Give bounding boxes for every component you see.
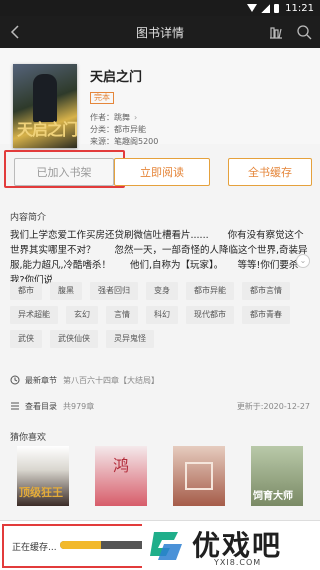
tag-chip[interactable]: 都市青春: [242, 306, 290, 324]
tag-chip[interactable]: 玄幻: [66, 306, 98, 324]
top-bar: 图书详情: [0, 16, 320, 48]
tag-chip[interactable]: 都市异能: [186, 282, 234, 300]
tag-chip[interactable]: 腹黑: [50, 282, 82, 300]
tag-chip[interactable]: 都市: [10, 282, 42, 300]
wifi-icon: [247, 4, 258, 12]
intro-heading: 内容简介: [10, 213, 47, 223]
chevron-right-icon: ›: [134, 113, 138, 122]
status-badge: 完本: [90, 92, 114, 104]
tag-chip[interactable]: 变身: [146, 282, 178, 300]
author-row[interactable]: 作者：跳舞 ›: [90, 112, 158, 124]
expand-icon[interactable]: ⌄: [296, 254, 310, 268]
progress-fill: [60, 541, 101, 549]
back-arrow-icon[interactable]: [8, 24, 24, 40]
tag-chip[interactable]: 武侠: [10, 330, 42, 348]
author-value: 跳舞: [114, 113, 130, 122]
watermark-url: YXI8.COM: [214, 558, 262, 567]
watermark: 优戏吧 YXI8.COM: [142, 522, 320, 570]
meta-label: 作者：: [90, 113, 114, 122]
cover-text: 饲育大师: [253, 491, 293, 502]
added-to-shelf-button[interactable]: 已加入书架: [14, 158, 114, 186]
cache-status: 正在缓存...: [12, 543, 57, 553]
tag-list: 都市 腹黑 强者回归 变身 都市异能 都市言情 异术超能 玄幻 言情 科幻 现代…: [10, 282, 310, 348]
guess-book-cover[interactable]: 顶级狂王: [17, 446, 69, 506]
latest-label: 最新章节: [25, 375, 57, 385]
catalog-row[interactable]: 查看目录 共979章 更新于:2020-12-27: [0, 394, 320, 418]
source-value: 笔趣阁5200: [114, 137, 159, 146]
list-icon: [11, 402, 19, 410]
tag-chip[interactable]: 都市言情: [242, 282, 290, 300]
category-value: 都市异能: [114, 125, 146, 134]
bookshelf-icon[interactable]: [268, 24, 284, 40]
catalog-label: 查看目录: [25, 401, 57, 411]
search-icon[interactable]: [296, 24, 312, 40]
latest-chapter: 第八百六十四章【大结局】: [63, 375, 159, 385]
cover-frame: [185, 462, 213, 490]
chapter-count: 共979章: [63, 401, 95, 411]
cache-progress: [60, 541, 150, 549]
meta-label: 来源：: [90, 137, 114, 146]
tag-chip[interactable]: 言情: [106, 306, 138, 324]
update-time: 更新于:2020-12-27: [236, 401, 310, 411]
cover-title: 天启之门: [17, 120, 77, 139]
tag-chip[interactable]: 强者回归: [90, 282, 138, 300]
guess-list: 顶级狂王 鸿 饲育大师: [0, 446, 320, 506]
cover-text: 鸿: [113, 456, 130, 475]
guess-heading: 猜你喜欢: [10, 433, 47, 443]
status-bar: 11:21: [0, 0, 320, 16]
intro-text: 我们上学恋爱工作买房还贷刷微信吐槽看片...... 你有没有察觉这个世界其实哪里…: [10, 230, 308, 286]
source-row: 来源：笔趣阁5200: [90, 136, 158, 148]
action-buttons: 已加入书架 立即阅读 全书缓存: [0, 158, 320, 188]
book-info: 天启之门 完本 作者：跳舞 › 分类：都市异能 来源：笔趣阁5200: [90, 66, 158, 148]
signal-icon: [261, 3, 271, 13]
latest-chapter-row[interactable]: 最新章节 第八百六十四章【大结局】: [0, 368, 320, 392]
clock-icon: [10, 375, 20, 385]
battery-icon: [274, 3, 280, 13]
tag-chip[interactable]: 现代都市: [186, 306, 234, 324]
book-title: 天启之门: [90, 70, 143, 85]
read-now-button[interactable]: 立即阅读: [114, 158, 210, 186]
cache-all-button[interactable]: 全书缓存: [228, 158, 312, 186]
status-time: 11:21: [285, 2, 314, 14]
tag-chip[interactable]: 科幻: [146, 306, 178, 324]
guess-book-cover[interactable]: [173, 446, 225, 506]
meta-label: 分类：: [90, 125, 114, 134]
cover-text: 顶级狂王: [19, 486, 63, 499]
guess-book-cover[interactable]: 饲育大师: [251, 446, 303, 506]
tag-chip[interactable]: 异术超能: [10, 306, 58, 324]
watermark-logo-icon: [150, 532, 182, 560]
category-row: 分类：都市异能: [90, 124, 158, 136]
book-cover: 天启之门: [13, 64, 77, 148]
guess-book-cover[interactable]: 鸿: [95, 446, 147, 506]
tag-chip[interactable]: 灵异鬼怪: [106, 330, 154, 348]
book-header: 天启之门 天启之门 完本 作者：跳舞 › 分类：都市异能 来源：笔趣阁5200: [0, 48, 320, 148]
tag-chip[interactable]: 武侠仙侠: [50, 330, 98, 348]
